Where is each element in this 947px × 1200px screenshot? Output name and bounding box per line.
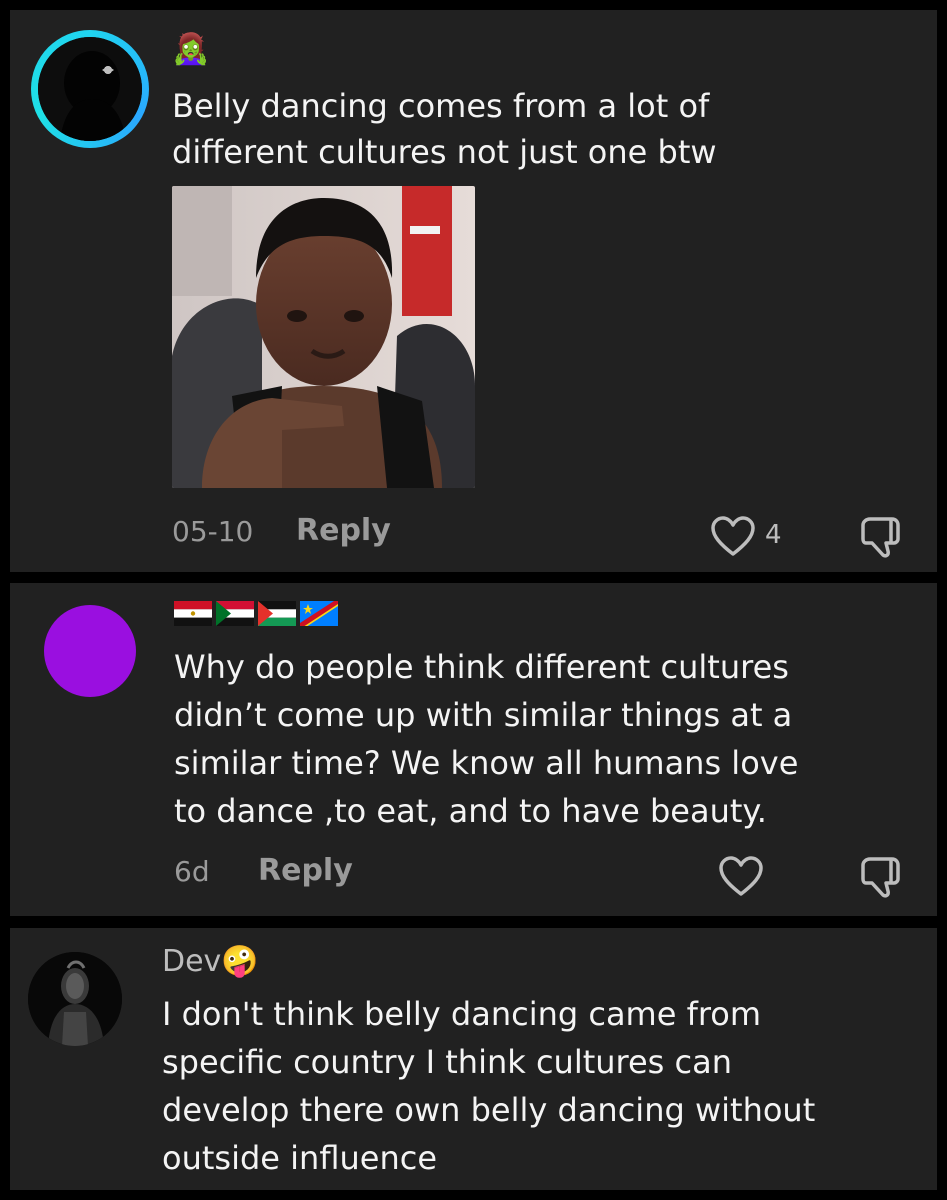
commenter-avatar[interactable] (28, 952, 122, 1046)
egypt-flag-icon (174, 601, 212, 626)
commenter-avatar[interactable] (31, 30, 149, 148)
heart-icon[interactable] (718, 856, 764, 898)
comment-card-3: Dev🤪 I don't think belly dancing came fr… (10, 928, 937, 1190)
commenter-emoji-name[interactable]: 🧟‍♀️ (172, 32, 209, 68)
comment-text-line: Belly dancing comes from a lot of (172, 87, 710, 125)
comment-text-line: different cultures not just one btw (172, 133, 717, 171)
comment-text-line: to dance ,to eat, and to have beauty. (174, 792, 767, 830)
comment-date: 6d (174, 855, 210, 888)
comment-text-line: outside influence (162, 1139, 437, 1177)
comment-text-line: develop there own belly dancing without (162, 1091, 816, 1129)
palestine-flag-icon (258, 601, 296, 626)
dr-congo-flag-icon (300, 601, 338, 626)
commenter-flags[interactable] (174, 601, 342, 626)
reply-button[interactable]: Reply (296, 513, 391, 548)
comment-text-line: similar time? We know all humans love (174, 744, 799, 782)
comment-card-1: 🧟‍♀️ Belly dancing comes from a lot of d… (10, 10, 937, 572)
commenter-name-emoji: 🤪 (221, 944, 259, 979)
commenter-name-text: Dev (162, 944, 222, 979)
comment-text-line: didn’t come up with similar things at a (174, 696, 793, 734)
comment-text-line: I don't think belly dancing came from (162, 995, 762, 1033)
comment-card-2: Why do people think different cultures d… (10, 583, 937, 916)
like-count: 4 (765, 520, 782, 550)
sudan-flag-icon (216, 601, 254, 626)
reply-button[interactable]: Reply (258, 853, 353, 888)
comment-text-line: specific country I think cultures can (162, 1043, 732, 1081)
thumbs-down-icon[interactable] (860, 515, 906, 559)
commenter-name[interactable]: Dev🤪 (162, 944, 259, 980)
comment-attached-photo[interactable] (172, 186, 475, 488)
comment-text-line: Why do people think different cultures (174, 648, 789, 686)
heart-icon[interactable] (710, 516, 756, 558)
commenter-avatar[interactable] (44, 605, 136, 697)
thumbs-down-icon[interactable] (860, 855, 906, 899)
comment-date: 05-10 (172, 515, 254, 548)
